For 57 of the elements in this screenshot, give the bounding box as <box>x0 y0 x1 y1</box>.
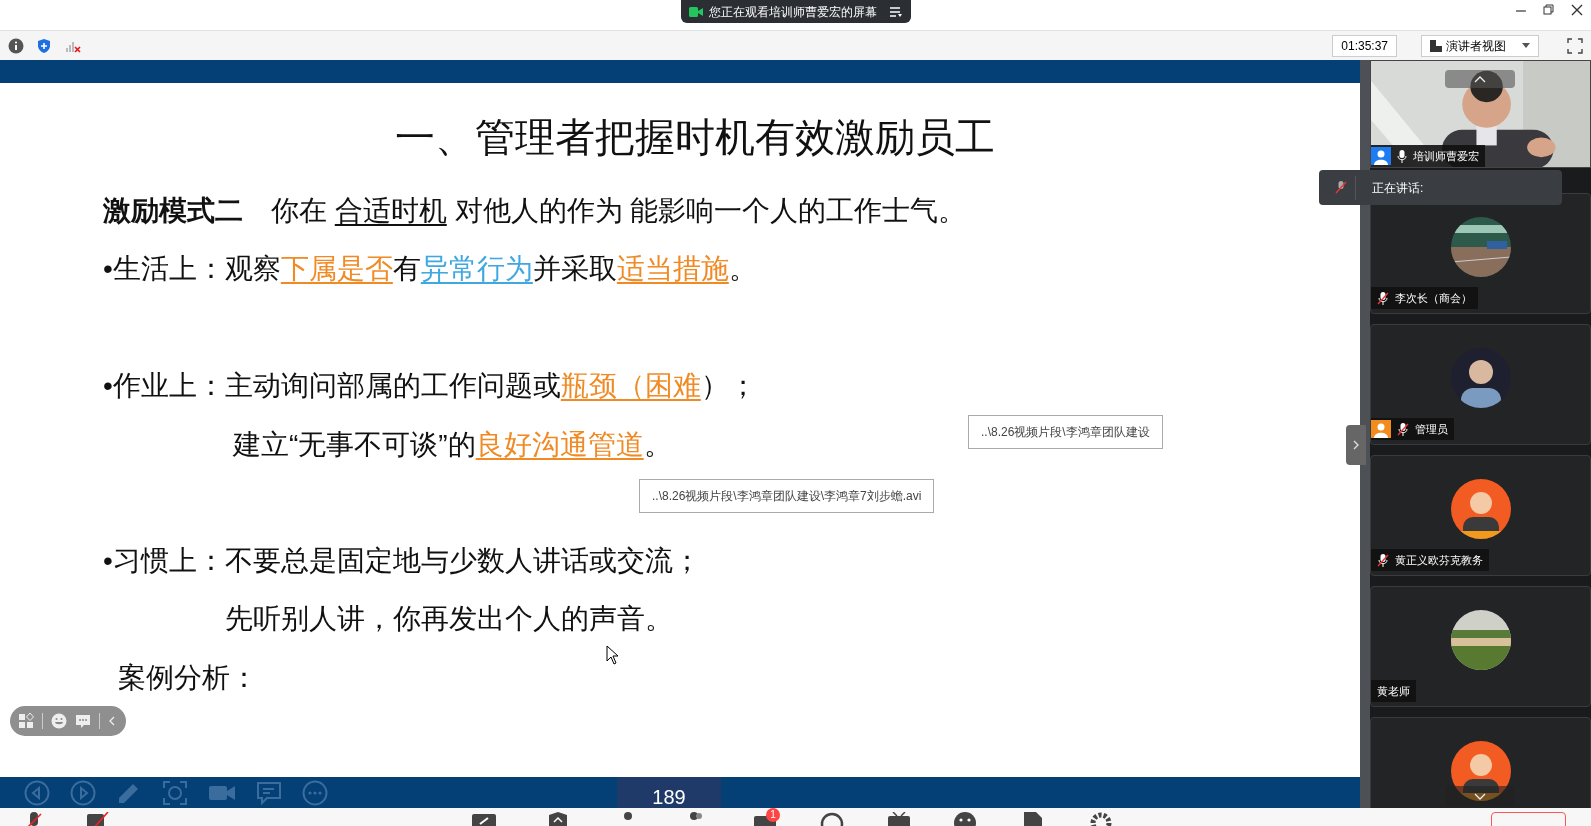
record-icon[interactable] <box>820 812 844 826</box>
menu-icon[interactable] <box>888 5 903 18</box>
info-icon[interactable] <box>8 37 24 54</box>
layout-icon <box>1430 39 1442 52</box>
participant-tile[interactable]: 李次长（商会） <box>1370 193 1591 314</box>
name-label: 黄正义欧芬克教务 <box>1371 549 1489 571</box>
collapse-icon[interactable] <box>108 715 116 727</box>
slide-title: 一、管理者把握时机有效激励员工 <box>394 114 996 161</box>
chevron-icon <box>1352 439 1360 451</box>
slide-text-line: 建立“无事不可谈”的 良好沟通管道。 <box>233 428 672 462</box>
name-label: 黄老师 <box>1371 680 1416 702</box>
participant-tile[interactable] <box>1370 717 1591 808</box>
name-label: 培训师曹爱宏 <box>1371 145 1485 167</box>
share-icon[interactable] <box>472 812 496 826</box>
microphone-muted-icon[interactable] <box>1377 291 1389 305</box>
settings-icon[interactable] <box>1090 812 1112 826</box>
close-icon[interactable] <box>1571 4 1583 16</box>
shield-icon[interactable] <box>36 37 52 54</box>
notification-badge: 1 <box>766 808 780 822</box>
microphone-icon[interactable] <box>1397 149 1407 163</box>
file-link[interactable]: ..\8.26视频片段\李鸿章团队建设 <box>968 415 1163 449</box>
participant-tile[interactable]: 黄正义欧芬克教务 <box>1370 455 1591 576</box>
microphone-muted-icon[interactable] <box>1397 422 1409 436</box>
page-number: 189 <box>617 777 721 808</box>
fullscreen-icon[interactable] <box>1567 37 1583 54</box>
participant-tile[interactable]: 黄老师 <box>1370 586 1591 707</box>
microphone-muted-icon[interactable] <box>1377 553 1389 567</box>
document-icon[interactable] <box>1024 812 1042 826</box>
name-label: 管理员 <box>1371 418 1454 440</box>
participant-tile[interactable]: 管理员 <box>1370 324 1591 445</box>
slide-text-line: •作业上：主动询问部属的工作问题或瓶颈（困难）； <box>103 369 757 403</box>
tv-icon[interactable] <box>888 812 910 826</box>
security-icon[interactable] <box>548 812 568 826</box>
emoji-icon[interactable] <box>954 812 976 826</box>
file-link[interactable]: ..\8.26视频片段\李鸿章团队建设\李鸿章7刘步蟾.avi <box>639 479 935 513</box>
slide-text-line: 先听别人讲，你再发出个人的声音。 <box>225 602 673 636</box>
presenter-view-button[interactable]: 演讲者视图 <box>1421 34 1539 57</box>
restore-icon[interactable] <box>1543 4 1555 16</box>
participant-tile[interactable]: 培训师曹爱宏 <box>1370 60 1591 168</box>
chat-icon[interactable] <box>75 713 91 729</box>
collapse-panel-button[interactable] <box>1445 70 1515 88</box>
slide-text-line: 案例分析： <box>118 661 258 695</box>
name-label: 李次长（商会） <box>1371 287 1478 309</box>
slide-text-line: •习惯上：不要总是固定地与少数人讲话或交流； <box>103 544 701 578</box>
camera-icon <box>688 5 703 18</box>
chevron-down-icon <box>1474 792 1486 800</box>
panel-toggle-button[interactable] <box>1346 425 1366 465</box>
chevron-up-icon <box>1474 75 1486 83</box>
slide-subtitle: 激励模式二 你在 合适时机 对他人的作为 能影响一个人的工作士气。 <box>103 194 967 228</box>
microphone-muted-icon <box>1335 181 1347 194</box>
banner-text: 您正在观看培训师曹爱宏的屏幕 <box>708 3 878 21</box>
camera-muted-icon[interactable] <box>86 812 112 826</box>
dropdown-icon <box>1522 42 1530 49</box>
cursor-icon <box>606 645 620 665</box>
timer: 01:35:37 <box>1332 34 1397 57</box>
slide-text-line: •生活上：观察下属是否有异常行为并采取适当措施。 <box>103 252 757 286</box>
apps-icon[interactable] <box>18 713 34 729</box>
